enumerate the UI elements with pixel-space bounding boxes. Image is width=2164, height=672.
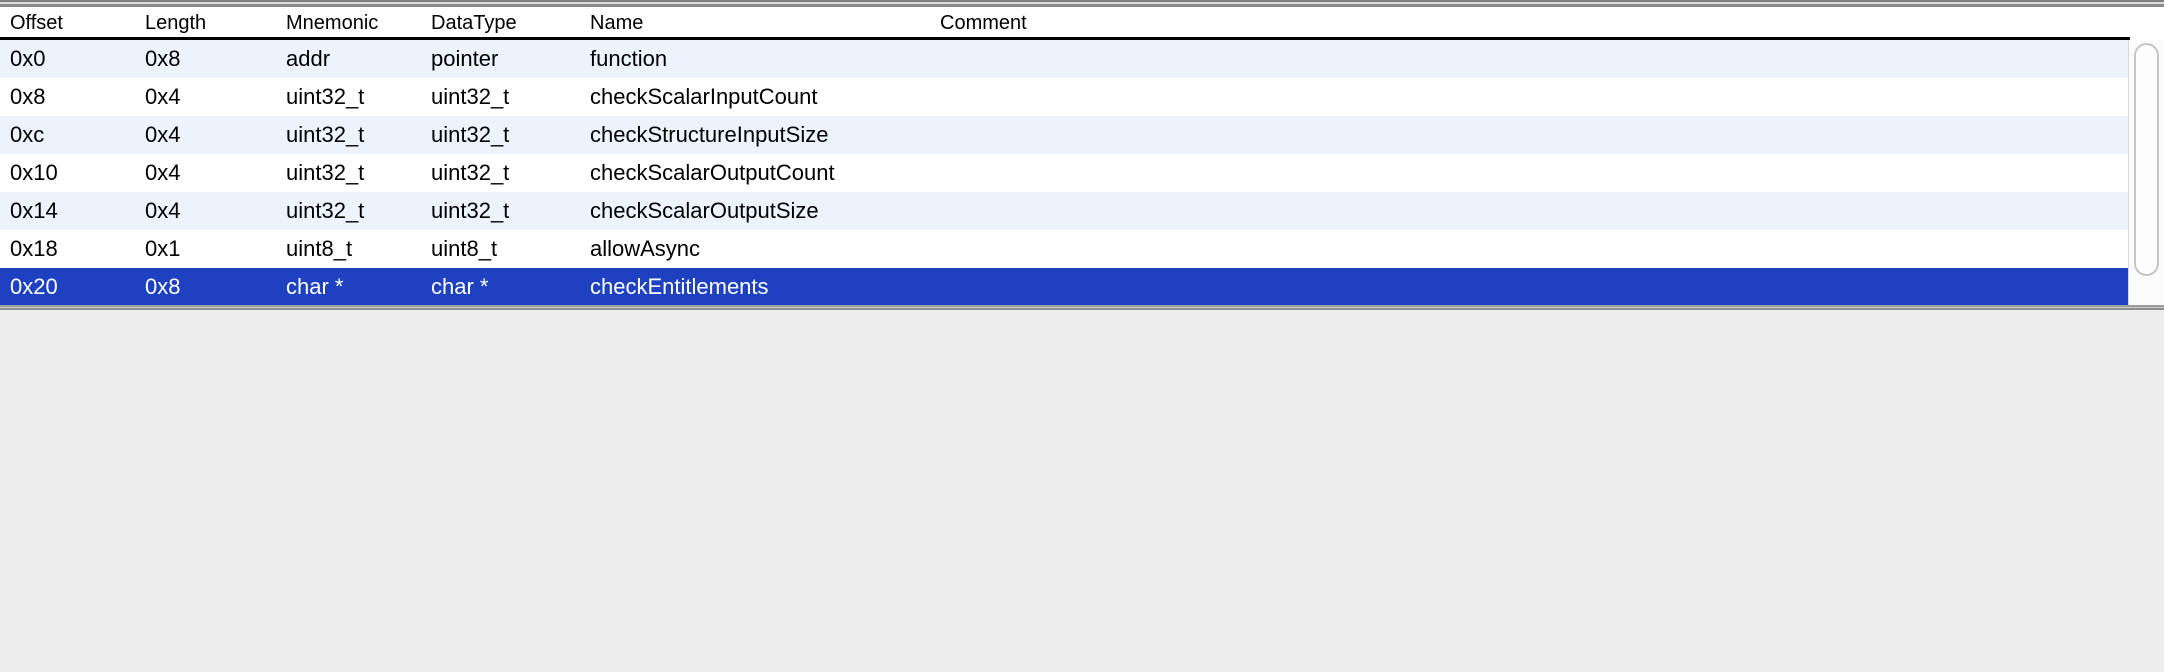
column-header-comment[interactable]: Comment (940, 8, 1027, 38)
cell-length: 0x8 (145, 40, 180, 78)
structure-fields-table: OffsetLengthMnemonicDataTypeNameComment … (0, 0, 2164, 310)
table-header-row: Offset Length Mnemonic DataType Name Comment (0, 8, 2164, 38)
cell-name: allowAsync (590, 230, 700, 268)
cell-length: 0x4 (145, 78, 180, 116)
column-header-datatype[interactable]: DataType (431, 8, 517, 38)
cell-name: checkScalarOutputSize (590, 192, 819, 230)
cell-datatype: uint32_t (431, 192, 509, 230)
cell-length: 0x4 (145, 154, 180, 192)
column-header-length[interactable]: Length (145, 8, 206, 38)
cell-name: checkStructureInputSize (590, 116, 828, 154)
search-panel: Search: (0, 310, 2164, 395)
vertical-scrollbar[interactable] (2128, 40, 2164, 305)
cell-datatype: uint32_t (431, 78, 509, 116)
cell-datatype: uint8_t (431, 230, 497, 268)
cell-mnemonic: uint32_t (286, 78, 364, 116)
panel-top-border (0, 0, 2164, 8)
cell-mnemonic: addr (286, 40, 330, 78)
column-header-mnemonic[interactable]: Mnemonic (286, 8, 378, 38)
cell-datatype: pointer (431, 40, 498, 78)
cell-name: checkEntitlements (590, 268, 769, 306)
cell-mnemonic: uint32_t (286, 192, 364, 230)
cell-mnemonic: uint32_t (286, 116, 364, 154)
cell-datatype: uint32_t (431, 154, 509, 192)
cell-datatype: uint32_t (431, 116, 509, 154)
cell-length: 0x4 (145, 192, 180, 230)
cell-offset: 0xc (10, 116, 44, 154)
cell-offset: 0x8 (10, 78, 45, 116)
cell-mnemonic: uint8_t (286, 230, 352, 268)
table-row[interactable]: 0x20 0x8 char * char * checkEntitlements (0, 268, 2128, 306)
cell-datatype: char * (431, 268, 488, 306)
cell-offset: 0x18 (10, 230, 58, 268)
cell-name: function (590, 40, 667, 78)
table-row[interactable]: 0xc 0x4 uint32_t uint32_t checkStructureInpu… (0, 116, 2128, 154)
cell-length: 0x4 (145, 116, 180, 154)
cell-offset: 0x14 (10, 192, 58, 230)
cell-length: 0x8 (145, 268, 180, 306)
cell-name: checkScalarOutputCount (590, 154, 835, 192)
structure-properties-panel: Name: Description: align (minimum) defau… (0, 540, 2164, 672)
table-row[interactable]: 0x8 0x4 uint32_t uint32_t checkScalarInputCo… (0, 78, 2128, 116)
table-row[interactable]: 0x18 0x1 uint8_t uint8_t allowAsync (0, 230, 2128, 268)
cell-offset: 0x20 (10, 268, 58, 306)
cell-mnemonic: char * (286, 268, 343, 306)
column-header-offset[interactable]: Offset (10, 8, 63, 38)
cell-mnemonic: uint32_t (286, 154, 364, 192)
column-header-name[interactable]: Name (590, 8, 643, 38)
cell-name: checkScalarInputCount (590, 78, 817, 116)
bitfield-view: Byte Offset: Component Bits: 0x270x260x2… (0, 395, 2164, 540)
table-row[interactable]: 0x0 0x8 addr pointer function (0, 40, 2128, 78)
cell-length: 0x1 (145, 230, 180, 268)
vertical-scrollbar-thumb[interactable] (2134, 43, 2159, 276)
table-row[interactable]: 0x14 0x4 uint32_t uint32_t checkScalarOutput… (0, 192, 2128, 230)
table-row[interactable]: 0x10 0x4 uint32_t uint32_t checkScalarOutput… (0, 154, 2128, 192)
cell-offset: 0x10 (10, 154, 58, 192)
cell-offset: 0x0 (10, 40, 45, 78)
